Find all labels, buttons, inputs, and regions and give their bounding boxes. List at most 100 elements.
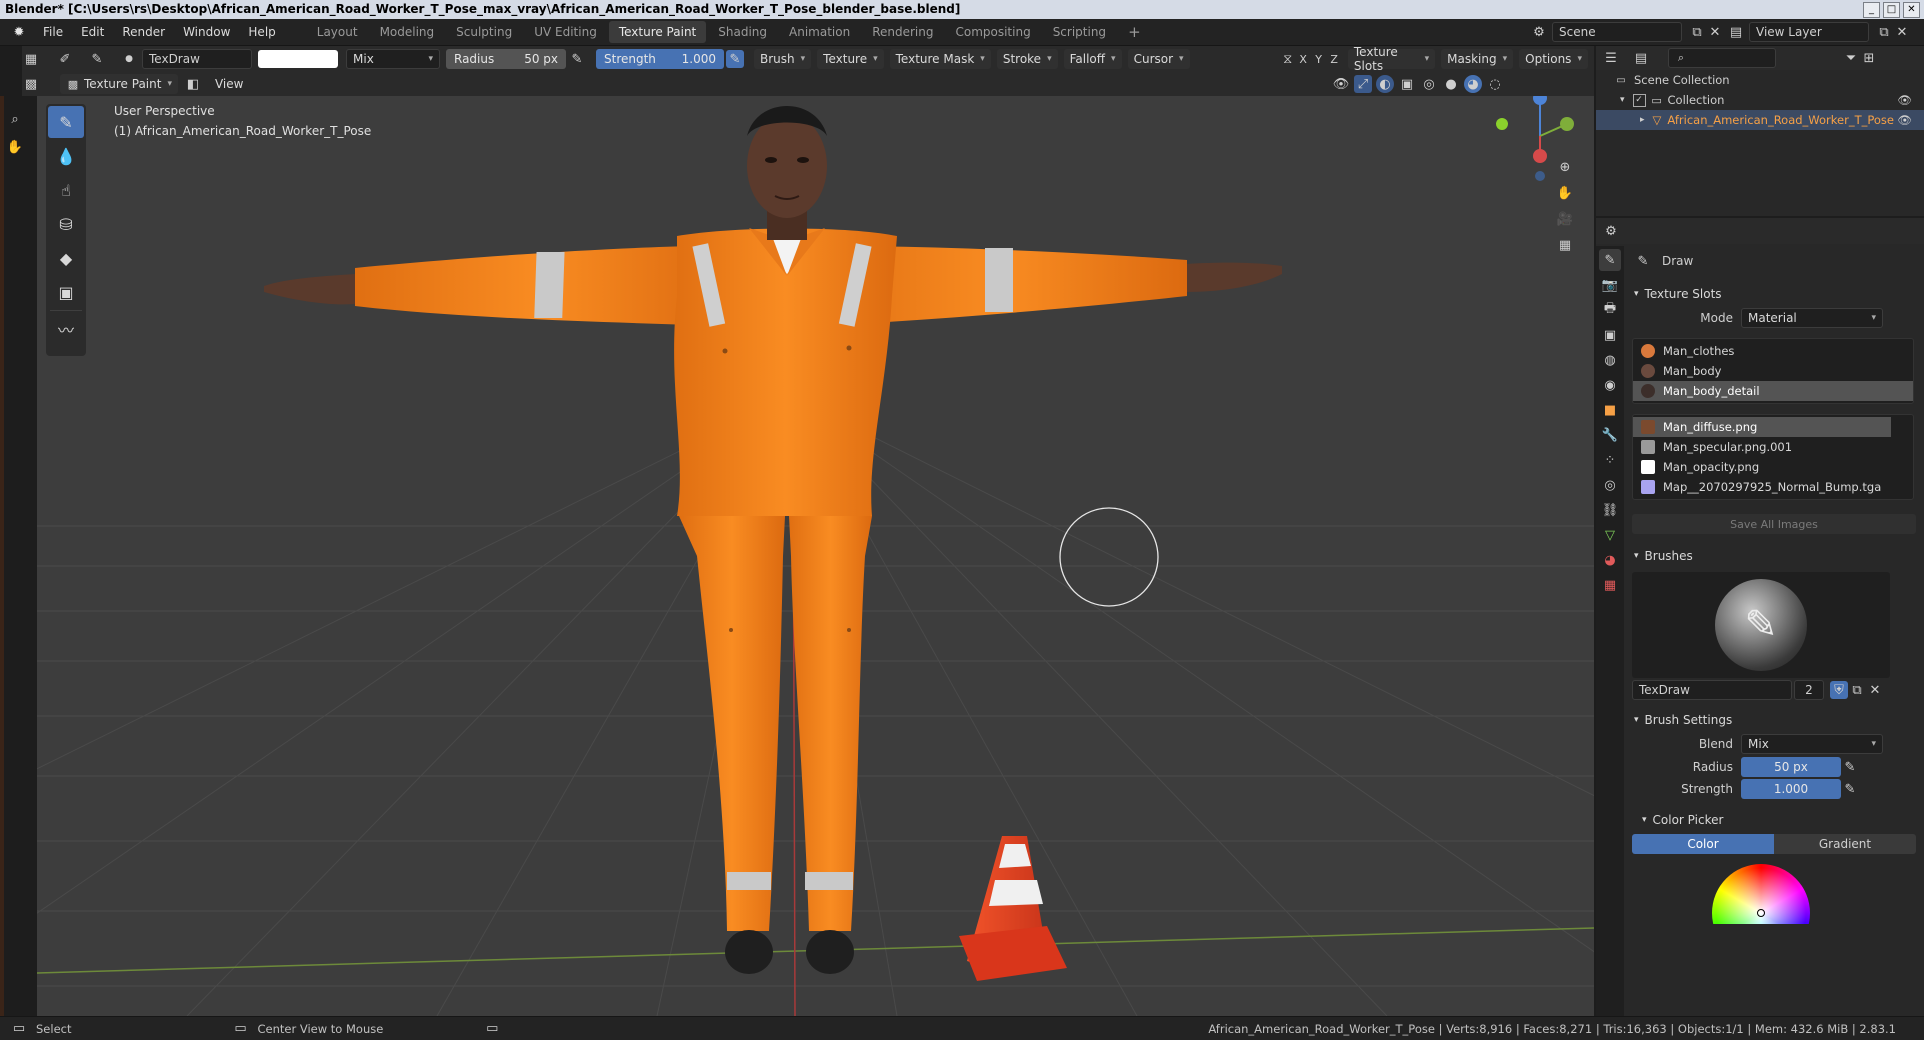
unlink-brush-icon[interactable]: ✕ xyxy=(1866,681,1884,699)
tab-material-icon[interactable]: ◕ xyxy=(1599,549,1621,571)
close-button[interactable]: ✕ xyxy=(1903,2,1920,18)
tab-texture-paint[interactable]: Texture Paint xyxy=(608,21,707,43)
menu-render[interactable]: Render xyxy=(113,25,174,39)
list-item[interactable]: Man_diffuse.png xyxy=(1633,417,1891,437)
strength-pressure-icon[interactable]: ✎ xyxy=(726,50,744,68)
blend-mode-dropdown[interactable]: Mix ▾ xyxy=(346,49,440,69)
texture-slots-menu[interactable]: Texture Slots ▾ xyxy=(1347,45,1436,73)
tab-world-icon[interactable]: ◉ xyxy=(1599,374,1621,396)
texture-mask-menu[interactable]: Texture Mask ▾ xyxy=(889,49,991,69)
tab-particles-icon[interactable]: ⁘ xyxy=(1599,449,1621,471)
properties-editor-icon[interactable]: ⚙ xyxy=(1602,222,1620,240)
tab-animation[interactable]: Animation xyxy=(779,21,860,43)
clone-tool-button[interactable]: ⛁ xyxy=(48,208,84,240)
radius-pressure-toggle-icon[interactable]: ✎ xyxy=(1841,758,1859,776)
object-visibility-icon[interactable]: 👁 xyxy=(1897,113,1912,127)
tab-constraints-icon[interactable]: ⛓ xyxy=(1599,499,1621,521)
soften-tool-button[interactable]: 💧 xyxy=(48,140,84,172)
tool-icon[interactable]: ✐ xyxy=(56,50,74,68)
gradient-tab[interactable]: Gradient xyxy=(1774,834,1916,854)
tab-render-icon[interactable]: 📷 xyxy=(1599,274,1621,296)
collection-checkbox[interactable]: ✓ xyxy=(1632,93,1646,107)
pan-hand-icon[interactable]: ✋ xyxy=(1556,184,1574,202)
tab-uv-editing[interactable]: UV Editing xyxy=(524,21,607,43)
tab-layout[interactable]: Layout xyxy=(307,21,368,43)
brush-blend-dropdown[interactable]: Mix ▾ xyxy=(1741,734,1883,754)
menu-window[interactable]: Window xyxy=(174,25,239,39)
save-all-images-button[interactable]: Save All Images xyxy=(1632,514,1916,534)
expand-object-arrow-icon[interactable]: ▸ xyxy=(1640,115,1645,125)
annotate-tool-button[interactable]: 〰 xyxy=(48,313,84,345)
menu-help[interactable]: Help xyxy=(239,25,284,39)
fill-tool-button[interactable]: ◆ xyxy=(48,242,84,274)
traffic-cone-model[interactable] xyxy=(959,836,1067,981)
wireframe-shading-icon[interactable]: ◎ xyxy=(1420,75,1438,93)
brush-color-swatch[interactable] xyxy=(258,50,338,68)
material-shading-icon[interactable]: ◕ xyxy=(1464,75,1482,93)
radius-slider[interactable]: Radius 50 px xyxy=(446,49,566,69)
menu-file[interactable]: File xyxy=(34,25,72,39)
symmetry-icon[interactable]: ⧖ xyxy=(1280,50,1295,68)
mask-toggle-icon[interactable]: ◧ xyxy=(184,75,202,93)
radius-pressure-icon[interactable]: ✎ xyxy=(568,50,586,68)
blender-logo-icon[interactable]: ✹ xyxy=(10,23,28,41)
add-workspace-icon[interactable]: + xyxy=(1118,21,1151,43)
axis-y-toggle[interactable]: Y xyxy=(1311,50,1326,68)
maximize-button[interactable]: □ xyxy=(1883,2,1900,18)
tab-sculpting[interactable]: Sculpting xyxy=(446,21,522,43)
3d-viewport[interactable]: User Perspective (1) African_American_Ro… xyxy=(37,96,1594,1016)
tab-tool-icon[interactable]: ✎ xyxy=(1599,249,1621,271)
brush-radius-slider[interactable]: 50 px xyxy=(1741,757,1841,777)
list-item[interactable]: Map__2070297925_Normal_Bump.tga xyxy=(1633,477,1913,497)
color-wheel[interactable] xyxy=(1712,864,1810,924)
road-worker-model[interactable] xyxy=(264,106,1282,974)
stroke-menu[interactable]: Stroke ▾ xyxy=(996,49,1058,69)
outliner-scene-collection[interactable]: ▭ Scene Collection xyxy=(1596,70,1924,90)
fake-user-shield-icon[interactable]: ⛨ xyxy=(1830,681,1848,699)
texture-menu[interactable]: Texture ▾ xyxy=(817,49,884,69)
axis-x-toggle[interactable]: X xyxy=(1295,50,1310,68)
mask-tool-button[interactable]: ▣ xyxy=(48,276,84,308)
view-menu[interactable]: View xyxy=(206,77,252,91)
list-item[interactable]: Man_specular.png.001 xyxy=(1633,437,1913,457)
scene-field[interactable]: Scene xyxy=(1552,22,1682,42)
tab-scene-icon[interactable]: ◍ xyxy=(1599,349,1621,371)
tab-rendering[interactable]: Rendering xyxy=(862,21,943,43)
brush-icon[interactable]: ✎ xyxy=(88,50,106,68)
tab-physics-icon[interactable]: ◎ xyxy=(1599,474,1621,496)
tab-shading[interactable]: Shading xyxy=(708,21,777,43)
outliner-object-row[interactable]: ▸ ▽ African_American_Road_Worker_T_Pose … xyxy=(1596,110,1924,130)
list-item[interactable]: Man_body_detail xyxy=(1633,381,1913,401)
outliner-collection[interactable]: ▾ ✓ ▭ Collection 👁 xyxy=(1596,90,1924,110)
new-collection-icon[interactable]: ⊞ xyxy=(1860,49,1878,67)
options-menu[interactable]: Options ▾ xyxy=(1519,49,1588,69)
overlays-icon[interactable]: ◐ xyxy=(1376,75,1394,93)
mode-dropdown[interactable]: Material ▾ xyxy=(1741,308,1883,328)
brush-menu[interactable]: Brush ▾ xyxy=(754,49,812,69)
tab-object-icon[interactable]: ■ xyxy=(1599,399,1621,421)
rendered-shading-icon[interactable]: ◌ xyxy=(1486,75,1504,93)
duplicate-brush-icon[interactable]: ⧉ xyxy=(1848,681,1866,699)
expand-arrow-icon[interactable]: ▾ xyxy=(1620,95,1625,105)
list-item[interactable]: Man_body xyxy=(1633,361,1913,381)
fake-user-icon[interactable]: ● xyxy=(120,50,138,68)
outliner-search-input[interactable]: ⌕ xyxy=(1668,48,1776,68)
minimize-button[interactable]: _ xyxy=(1863,2,1880,18)
copy-scene-icon[interactable]: ⧉ xyxy=(1688,23,1706,41)
tab-modeling[interactable]: Modeling xyxy=(370,21,445,43)
gizmo-icon[interactable]: ⤢ xyxy=(1354,75,1372,93)
copy-view-layer-icon[interactable]: ⧉ xyxy=(1875,23,1893,41)
view-layer-field[interactable]: View Layer xyxy=(1749,22,1869,42)
remove-view-layer-icon[interactable]: ✕ xyxy=(1893,23,1911,41)
remove-scene-icon[interactable]: ✕ xyxy=(1706,23,1724,41)
strength-slider[interactable]: Strength 1.000 xyxy=(596,49,724,69)
solid-shading-icon[interactable]: ● xyxy=(1442,75,1460,93)
visibility-icon[interactable]: 👁 xyxy=(1332,75,1350,93)
outliner-editor-icon[interactable]: ☰ xyxy=(1602,49,1620,67)
brush-name-field[interactable]: TexDraw xyxy=(142,49,252,69)
strength-pressure-toggle-icon[interactable]: ✎ xyxy=(1841,780,1859,798)
brush-settings-header[interactable]: ▾ Brush Settings xyxy=(1628,708,1920,732)
tab-texture-icon[interactable]: ▦ xyxy=(1599,574,1621,596)
cursor-menu[interactable]: Cursor ▾ xyxy=(1127,49,1190,69)
hand-icon[interactable]: ✋ xyxy=(6,138,24,156)
